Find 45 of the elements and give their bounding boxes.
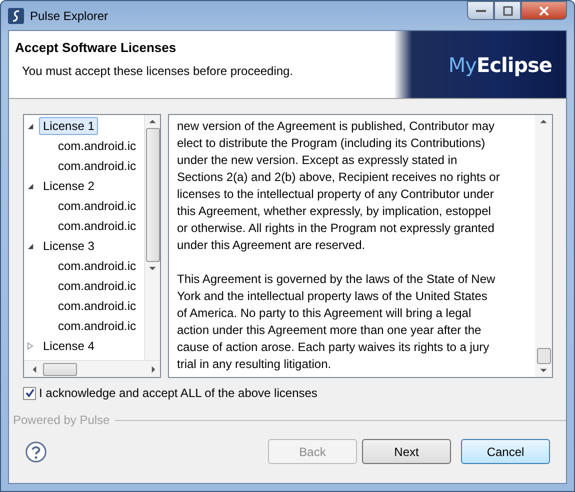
minimize-icon	[476, 10, 486, 12]
tree-item[interactable]: License 1	[39, 117, 98, 135]
scroll-up-icon[interactable]	[540, 119, 547, 124]
maximize-icon	[502, 6, 512, 16]
powered-by-label: Powered by Pulse	[13, 413, 110, 427]
help-icon[interactable]	[25, 440, 47, 462]
tree-item[interactable]: com.android.ic	[54, 317, 140, 335]
tree-item[interactable]: License 4	[39, 337, 98, 355]
window-title: Pulse Explorer	[30, 8, 108, 22]
dialog-button[interactable]: Cancel	[461, 439, 550, 464]
tree-item[interactable]: License 3	[39, 237, 98, 255]
scroll-down-icon[interactable]	[540, 368, 547, 373]
maximize-button[interactable]	[494, 1, 521, 20]
horizontal-scrollbar[interactable]	[24, 360, 160, 377]
tree-item[interactable]: com.android.ic	[54, 277, 140, 295]
close-button[interactable]	[521, 1, 567, 20]
scroll-up-icon[interactable]	[149, 119, 156, 124]
tree-item[interactable]: com.android.ic	[54, 197, 140, 215]
checkbox[interactable]	[23, 386, 36, 400]
expanded-arrow-icon[interactable]	[27, 122, 35, 130]
checkbox-label[interactable]: I acknowledge and accept ALL of the above licenses	[39, 386, 318, 400]
tree-item[interactable]: com.android.ic	[54, 137, 140, 155]
page-title: Accept Software Licenses	[15, 40, 178, 55]
minimize-button[interactable]	[467, 1, 494, 20]
scroll-right-icon[interactable]	[151, 366, 156, 372]
collapsed-arrow-icon[interactable]	[27, 342, 35, 350]
tree-item[interactable]: License 2	[39, 177, 98, 195]
tree-item[interactable]: com.android.ic	[54, 297, 140, 315]
scroll-left-icon[interactable]	[32, 366, 37, 372]
logo-text: MyEclipse	[448, 52, 552, 76]
close-icon	[539, 6, 549, 16]
scroll-thumb[interactable]	[536, 348, 550, 364]
tree-item[interactable]: com.android.ic	[54, 157, 140, 175]
tree-item[interactable]: com.android.ic	[54, 217, 140, 235]
expanded-arrow-icon[interactable]	[27, 182, 35, 190]
dialog-button[interactable]: Next	[362, 439, 451, 464]
scroll-down-icon[interactable]	[149, 266, 156, 271]
vertical-scrollbar[interactable]	[144, 115, 160, 360]
vertical-scrollbar[interactable]	[535, 115, 552, 377]
tree-item[interactable]: com.android.ic	[54, 257, 140, 275]
license-paragraph: new version of the Agreement is published, Contributor may elect to distribute the Program (including its Contributions) under the new version. Except as expressly stated in Sections 2(a) and 2(b) above, Recipient receives no rights or licenses to the intellectual property of any Contributor under this Agreement, whether expressly, by implication, estoppel or otherwise. All rights in the Program not expressly granted under this Agreement are reserved.	[177, 118, 501, 254]
app-icon	[8, 8, 24, 24]
license-paragraph: This Agreement is governed by the laws of the State of New York and the intellectual property laws of the United States of America. No party to this Agreement will bring a legal action under this Agreement more than one year after the cause of action arose. Each party waives its rights to a jury trial in any resulting litigation.	[177, 271, 496, 373]
expanded-arrow-icon[interactable]	[27, 242, 35, 250]
page-subtitle: You must accept these licenses before proceeding.	[22, 64, 294, 78]
